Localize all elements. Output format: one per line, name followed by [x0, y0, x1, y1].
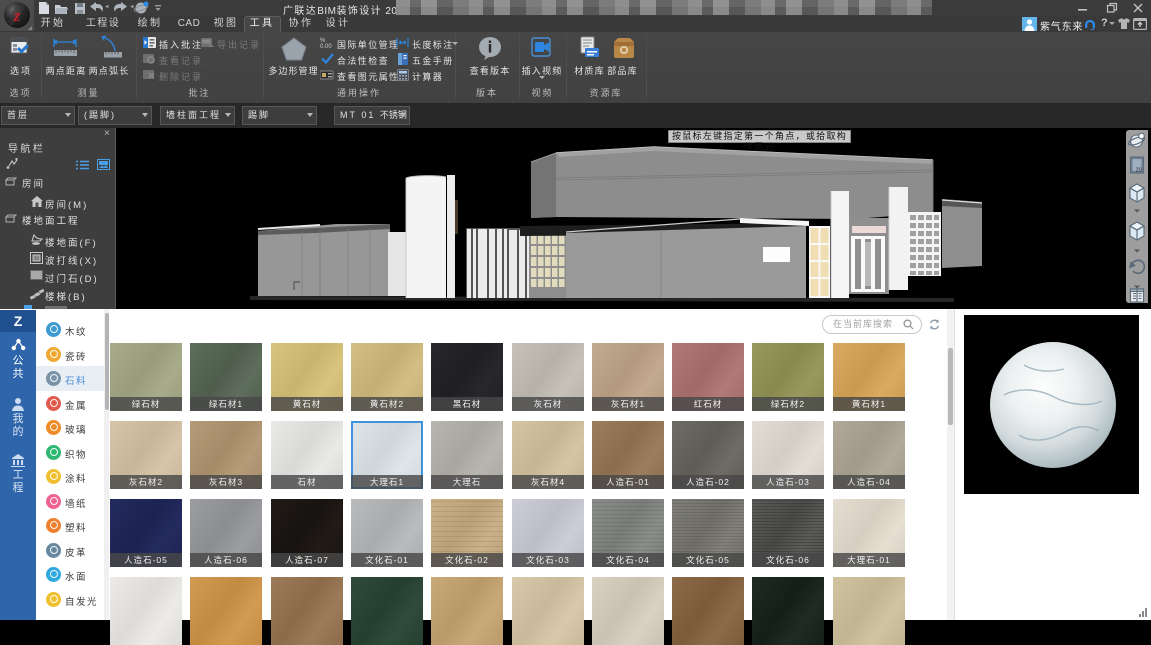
svg-text:20: 20 [1136, 168, 1142, 174]
svg-text:z: z [13, 6, 21, 25]
svg-text:0.00: 0.00 [320, 44, 332, 48]
